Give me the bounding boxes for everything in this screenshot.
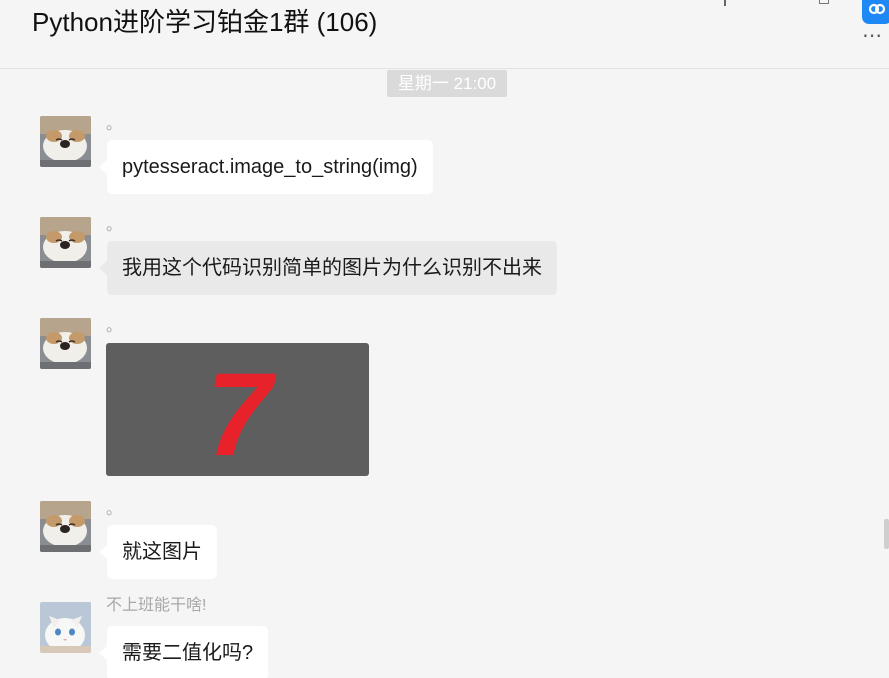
maximize-icon[interactable] bbox=[819, 0, 829, 4]
chat-window: Python进阶学习铂金1群 (106) ⋯ 星期一 21:00 。 pytes… bbox=[0, 0, 889, 678]
image-content: 7 bbox=[206, 349, 277, 476]
message-bubble[interactable]: 就这图片 bbox=[99, 525, 217, 579]
avatar[interactable] bbox=[40, 217, 91, 268]
app-icon[interactable] bbox=[862, 0, 889, 24]
image-digit: 7 bbox=[206, 349, 277, 476]
more-options-icon[interactable]: ⋯ bbox=[862, 26, 883, 46]
sender-name: 不上班能干啥! bbox=[106, 597, 207, 614]
avatar[interactable] bbox=[40, 116, 91, 167]
message-bubble[interactable]: 需要二值化吗? bbox=[98, 626, 269, 678]
sender-name: 。 bbox=[106, 318, 123, 335]
chat-title: Python进阶学习铂金1群 (106) bbox=[32, 7, 378, 37]
link-icon bbox=[868, 3, 886, 15]
avatar[interactable] bbox=[40, 318, 91, 369]
sender-name: 。 bbox=[106, 217, 123, 234]
sender-name: 。 bbox=[106, 116, 123, 133]
message-timestamp: 星期一 21:00 bbox=[387, 70, 507, 97]
message-bubble[interactable]: 我用这个代码识别简单的图片为什么识别不出来 bbox=[99, 241, 557, 295]
chat-header: Python进阶学习铂金1群 (106) ⋯ bbox=[0, 0, 889, 69]
message-bubble[interactable]: pytesseract.image_to_string(img) bbox=[99, 140, 433, 194]
scrollbar[interactable] bbox=[884, 519, 889, 549]
image-message[interactable]: 7 bbox=[106, 343, 369, 476]
avatar[interactable] bbox=[40, 602, 91, 653]
avatar[interactable] bbox=[40, 501, 91, 552]
sender-name: 。 bbox=[106, 501, 123, 518]
pin-icon[interactable] bbox=[724, 0, 726, 6]
